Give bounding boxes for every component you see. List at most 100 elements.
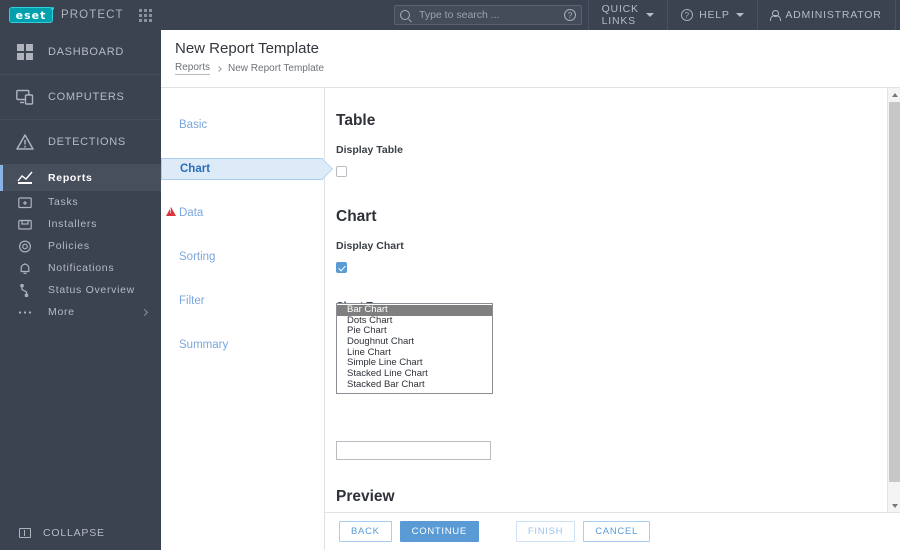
- step-row-chart: Chart: [161, 158, 332, 180]
- chevron-right-icon: [140, 308, 149, 316]
- chart-settings-panel: Table Display Table Chart Display Chart …: [325, 88, 887, 512]
- status-overview-icon: [14, 283, 36, 297]
- sidebar-item-installers[interactable]: Installers: [0, 213, 161, 235]
- breadcrumb-parent-link[interactable]: Reports: [175, 62, 211, 75]
- sidebar-item-label: Notifications: [48, 262, 115, 274]
- display-chart-label: Display Chart: [336, 240, 404, 252]
- chart-type-dropdown-list[interactable]: Bar Chart Dots Chart Pie Chart Doughnut Cha…: [336, 303, 493, 394]
- sidebar-item-policies[interactable]: Policies: [0, 235, 161, 257]
- sidebar-item-label: Policies: [48, 240, 90, 252]
- sidebar-item-label: Status Overview: [48, 284, 135, 296]
- eset-logo-icon: eset: [9, 7, 54, 23]
- step-row-filter: Filter: [161, 290, 324, 312]
- breadcrumb-current: New Report Template: [228, 63, 324, 74]
- preview-section-title: Preview: [336, 488, 395, 505]
- step-data[interactable]: Data: [161, 202, 324, 224]
- step-row-sorting: Sorting: [161, 246, 324, 268]
- global-search-box[interactable]: ?: [394, 5, 582, 25]
- sidebar-item-status-overview[interactable]: Status Overview: [0, 279, 161, 301]
- scrollbar-thumb[interactable]: [889, 102, 900, 482]
- chevron-down-icon: [735, 13, 744, 17]
- step-sorting[interactable]: Sorting: [161, 246, 324, 268]
- sidebar-item-detections[interactable]: DETECTIONS: [0, 120, 161, 165]
- sidebar-item-label: Installers: [48, 218, 98, 230]
- more-dots-icon: [14, 310, 36, 315]
- sidebar-item-label: COMPUTERS: [48, 91, 125, 103]
- step-filter[interactable]: Filter: [161, 290, 324, 312]
- chevron-right-icon: [216, 65, 222, 72]
- wizard-step-navigation: Basic Chart Data Sorting Filter: [161, 88, 332, 550]
- display-table-label: Display Table: [336, 144, 403, 156]
- page-header: New Report Template Reports New Report T…: [161, 30, 900, 88]
- tasks-box-icon: [14, 196, 36, 209]
- scroll-up-arrow-icon[interactable]: [888, 88, 900, 101]
- policies-target-icon: [14, 239, 36, 253]
- step-chart[interactable]: Chart: [161, 158, 323, 180]
- user-account-icon: [770, 9, 782, 21]
- sidebar-item-label: More: [48, 306, 75, 318]
- help-menu[interactable]: ? HELP: [668, 0, 757, 30]
- top-navigation-bar: eset PROTECT ? QUICK LINKS ? HELP: [0, 0, 900, 30]
- step-row-summary: Summary: [161, 334, 324, 356]
- finish-button[interactable]: FINISH: [515, 521, 576, 542]
- chevron-down-icon: [646, 13, 655, 17]
- product-name: PROTECT: [61, 9, 124, 21]
- step-label: Basic: [179, 119, 208, 131]
- chart-secondary-input[interactable]: [336, 441, 491, 460]
- computers-monitor-icon: [14, 89, 36, 105]
- breadcrumb: Reports New Report Template: [175, 62, 900, 75]
- sidebar-item-notifications[interactable]: Notifications: [0, 257, 161, 279]
- display-chart-checkbox[interactable]: [336, 262, 347, 273]
- sidebar-item-label: Tasks: [48, 196, 79, 208]
- content-scrollbar[interactable]: [887, 88, 900, 512]
- wizard-footer: BACK CONTINUE FINISH CANCEL: [325, 512, 900, 550]
- search-input[interactable]: [417, 8, 564, 22]
- display-table-checkbox[interactable]: [336, 166, 347, 177]
- sidebar-item-more[interactable]: More: [0, 301, 161, 323]
- help-circle-icon: ?: [681, 9, 694, 21]
- sidebar-item-computers[interactable]: COMPUTERS: [0, 75, 161, 120]
- step-label: Data: [179, 207, 204, 219]
- brand-logo-area[interactable]: eset PROTECT: [0, 7, 124, 23]
- step-summary[interactable]: Summary: [161, 334, 324, 356]
- step-row-basic: Basic: [161, 114, 324, 136]
- sidebar-item-label: Reports: [48, 172, 93, 184]
- collapse-panel-icon: [19, 527, 31, 538]
- step-spacer: [161, 180, 324, 202]
- cancel-button[interactable]: CANCEL: [583, 521, 650, 542]
- sidebar-item-reports[interactable]: Reports: [0, 165, 161, 191]
- installers-package-icon: [14, 218, 36, 231]
- sidebar-collapse-button[interactable]: COLLAPSE: [0, 515, 161, 550]
- step-label: Chart: [180, 163, 211, 175]
- back-button[interactable]: BACK: [339, 521, 392, 542]
- chart-type-option[interactable]: Stacked Bar Chart: [337, 379, 492, 391]
- search-icon: [400, 10, 410, 20]
- logout-button[interactable]: LOGOUT >9 min: [895, 0, 900, 30]
- quick-links-menu[interactable]: QUICK LINKS: [589, 0, 668, 30]
- step-basic[interactable]: Basic: [161, 114, 324, 136]
- question-circle-icon[interactable]: ?: [564, 9, 576, 21]
- step-spacer: [161, 268, 324, 290]
- grid-apps-icon[interactable]: [138, 7, 154, 23]
- continue-button[interactable]: CONTINUE: [399, 521, 479, 542]
- step-spacer: [161, 136, 324, 158]
- sidebar-item-label: DETECTIONS: [48, 136, 126, 148]
- eset-protect-window: eset PROTECT ? QUICK LINKS ? HELP: [0, 0, 900, 550]
- left-sidebar: DASHBOARD COMPUTERS DETECTIONS Reports T: [0, 30, 161, 550]
- quick-links-label: QUICK LINKS: [601, 3, 639, 27]
- step-row-data: Data: [161, 202, 324, 224]
- sidebar-item-tasks[interactable]: Tasks: [0, 191, 161, 213]
- notifications-bell-icon: [14, 262, 36, 275]
- chart-section-title: Chart: [336, 208, 377, 225]
- administrator-menu[interactable]: ADMINISTRATOR: [757, 0, 894, 30]
- collapse-label: COLLAPSE: [43, 526, 105, 539]
- help-label: HELP: [699, 9, 730, 21]
- step-label: Sorting: [179, 251, 216, 263]
- sidebar-item-dashboard[interactable]: DASHBOARD: [0, 30, 161, 75]
- warning-triangle-icon: [166, 207, 176, 216]
- page-title: New Report Template: [175, 40, 319, 57]
- scroll-down-arrow-icon[interactable]: [888, 499, 900, 512]
- detections-warning-icon: [14, 134, 36, 150]
- eset-logo-dot: [51, 7, 54, 10]
- eset-logo-text: eset: [15, 8, 47, 22]
